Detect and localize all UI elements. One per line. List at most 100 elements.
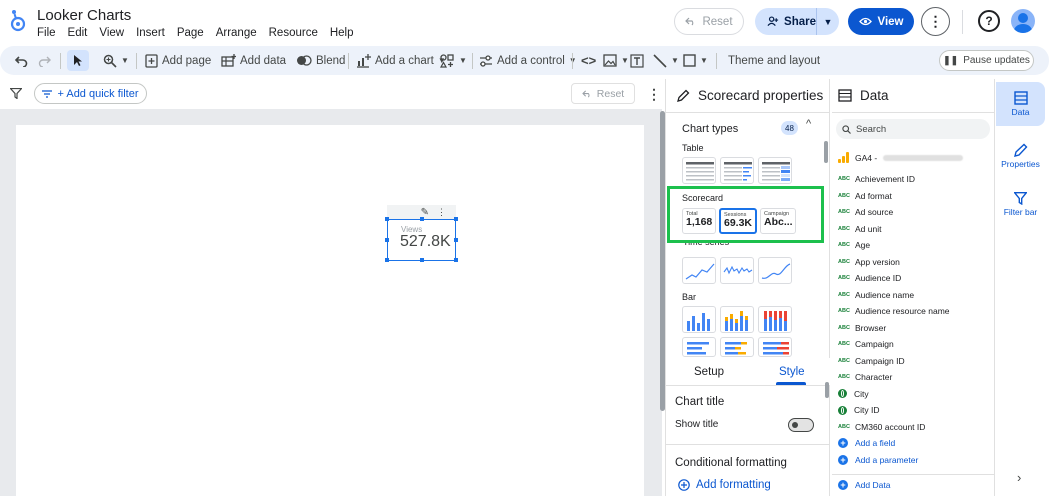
text-type-icon: ABC: [838, 341, 850, 348]
line-icon[interactable]: ▼: [653, 46, 679, 75]
field-item[interactable]: ABC Audience name: [838, 287, 993, 304]
add-person-icon: [767, 16, 779, 27]
chart-type-bar[interactable]: [682, 337, 716, 357]
chart-type-100-stacked-bar[interactable]: [758, 337, 792, 357]
view-button[interactable]: View: [848, 8, 914, 35]
globe-icon: [838, 389, 847, 399]
menu-resource[interactable]: Resource: [269, 27, 318, 39]
chart-type-stacked-column[interactable]: [720, 306, 754, 333]
add-parameter-label: Add a parameter: [855, 454, 919, 465]
filter-icon: [1014, 191, 1027, 205]
section-bar-label: Bar: [682, 292, 697, 302]
add-chart-button[interactable]: Add a chart ▼: [356, 46, 446, 75]
community-viz-icon[interactable]: ▼: [440, 46, 467, 75]
rail-filter-bar-button[interactable]: Filter bar: [996, 182, 1045, 226]
app-title[interactable]: Looker Charts: [37, 7, 131, 24]
redacted-text: [883, 154, 964, 161]
field-item[interactable]: ABC CM360 account ID: [838, 419, 993, 436]
rail-properties-button[interactable]: Properties: [996, 134, 1045, 178]
filter-icon[interactable]: [10, 88, 22, 99]
shape-icon[interactable]: ▼: [683, 46, 708, 75]
share-button[interactable]: Share ▼: [755, 8, 839, 35]
edit-pencil-icon[interactable]: ✎: [421, 207, 429, 218]
theme-layout-button[interactable]: Theme and layout: [728, 46, 820, 75]
chart-type-sparkline[interactable]: [720, 257, 754, 284]
field-item[interactable]: ABC Ad format: [838, 188, 993, 205]
chart-type-100-stacked-column[interactable]: [758, 306, 792, 333]
field-item[interactable]: ABC Achievement ID: [838, 171, 993, 188]
text-box-icon[interactable]: [630, 46, 644, 75]
looker-logo-icon[interactable]: [9, 9, 27, 33]
field-item[interactable]: ABC Ad source: [838, 204, 993, 221]
help-icon[interactable]: ?: [978, 10, 1000, 32]
filter-more-icon[interactable]: ⋮: [647, 86, 661, 103]
text-type-icon: ABC: [838, 324, 850, 331]
tab-setup[interactable]: Setup: [694, 366, 724, 378]
menu-view[interactable]: View: [99, 27, 124, 39]
field-item[interactable]: ABC Audience ID: [838, 270, 993, 287]
section-divider: [666, 444, 830, 445]
zoom-icon[interactable]: ▼: [103, 46, 129, 75]
menu-arrange[interactable]: Arrange: [216, 27, 257, 39]
style-scrollbar[interactable]: [825, 382, 829, 398]
menu-file[interactable]: File: [37, 27, 56, 39]
chart-type-smoothed-timeseries[interactable]: [758, 257, 792, 284]
chart-type-table[interactable]: [682, 157, 716, 184]
add-control-button[interactable]: Add a control ▼: [479, 46, 577, 75]
menu-help[interactable]: Help: [330, 27, 354, 39]
field-item[interactable]: ABC Campaign: [838, 336, 993, 353]
undo-icon[interactable]: [14, 46, 28, 75]
add-quick-filter-button[interactable]: + Add quick filter: [34, 83, 147, 104]
add-data-label: Add data: [240, 54, 287, 67]
add-data-icon: [221, 54, 236, 67]
tab-style[interactable]: Style: [779, 366, 805, 378]
menu-insert[interactable]: Insert: [136, 27, 165, 39]
chevron-up-icon[interactable]: ^: [806, 118, 811, 130]
rail-data-button[interactable]: Data: [996, 82, 1045, 126]
field-item[interactable]: ABC Audience resource name: [838, 303, 993, 320]
code-icon[interactable]: <>: [581, 46, 596, 75]
field-item[interactable]: ABC Age: [838, 237, 993, 254]
chevron-right-icon[interactable]: ›: [1017, 470, 1021, 485]
menu-page[interactable]: Page: [177, 27, 204, 39]
filter-reset-button[interactable]: Reset: [571, 83, 635, 104]
data-source-name[interactable]: GA4 -: [838, 152, 964, 163]
chart-types-scrollbar[interactable]: [824, 141, 828, 163]
add-data-source-button[interactable]: + Add Data: [838, 480, 890, 490]
menu-edit[interactable]: Edit: [68, 27, 88, 39]
field-item[interactable]: ABC Character: [838, 369, 993, 386]
avatar[interactable]: [1011, 9, 1035, 33]
pause-label: Pause updates: [963, 55, 1030, 66]
data-search-input[interactable]: Search: [836, 119, 990, 139]
field-item[interactable]: City ID: [838, 402, 993, 419]
tab-active-indicator: [776, 382, 806, 385]
reset-icon: [685, 17, 694, 26]
image-icon[interactable]: ▼: [603, 46, 629, 75]
chart-type-table-bars[interactable]: [720, 157, 754, 184]
field-item[interactable]: ABC Browser: [838, 320, 993, 337]
show-title-toggle[interactable]: [788, 418, 814, 432]
add-formatting-button[interactable]: Add formatting: [678, 479, 771, 491]
add-parameter-button[interactable]: + Add a parameter: [838, 452, 993, 469]
field-item[interactable]: City: [838, 386, 993, 403]
field-item[interactable]: ABC Campaign ID: [838, 353, 993, 370]
more-options-icon[interactable]: ⋮: [921, 7, 950, 36]
chart-type-table-heatmap[interactable]: [758, 157, 792, 184]
add-data-button[interactable]: Add data: [221, 46, 286, 75]
report-page[interactable]: [16, 125, 644, 496]
chart-type-timeseries[interactable]: [682, 257, 716, 284]
select-pointer-icon[interactable]: [67, 50, 89, 71]
field-item[interactable]: ABC Ad unit: [838, 221, 993, 238]
field-item[interactable]: ABC App version: [838, 254, 993, 271]
chart-more-icon[interactable]: ⋮: [437, 207, 446, 218]
redo-icon[interactable]: [38, 46, 52, 75]
chart-type-stacked-bar[interactable]: [720, 337, 754, 357]
blend-button[interactable]: Blend: [296, 46, 345, 75]
add-field-button[interactable]: + Add a field: [838, 435, 993, 452]
conditional-formatting-heading: Conditional formatting: [675, 457, 787, 469]
add-page-button[interactable]: Add page: [145, 46, 211, 75]
reset-button[interactable]: Reset: [674, 8, 744, 35]
chart-type-column[interactable]: [682, 306, 716, 333]
pause-updates-button[interactable]: ❚❚ Pause updates: [939, 50, 1034, 71]
share-dropdown-icon[interactable]: ▼: [817, 17, 839, 27]
